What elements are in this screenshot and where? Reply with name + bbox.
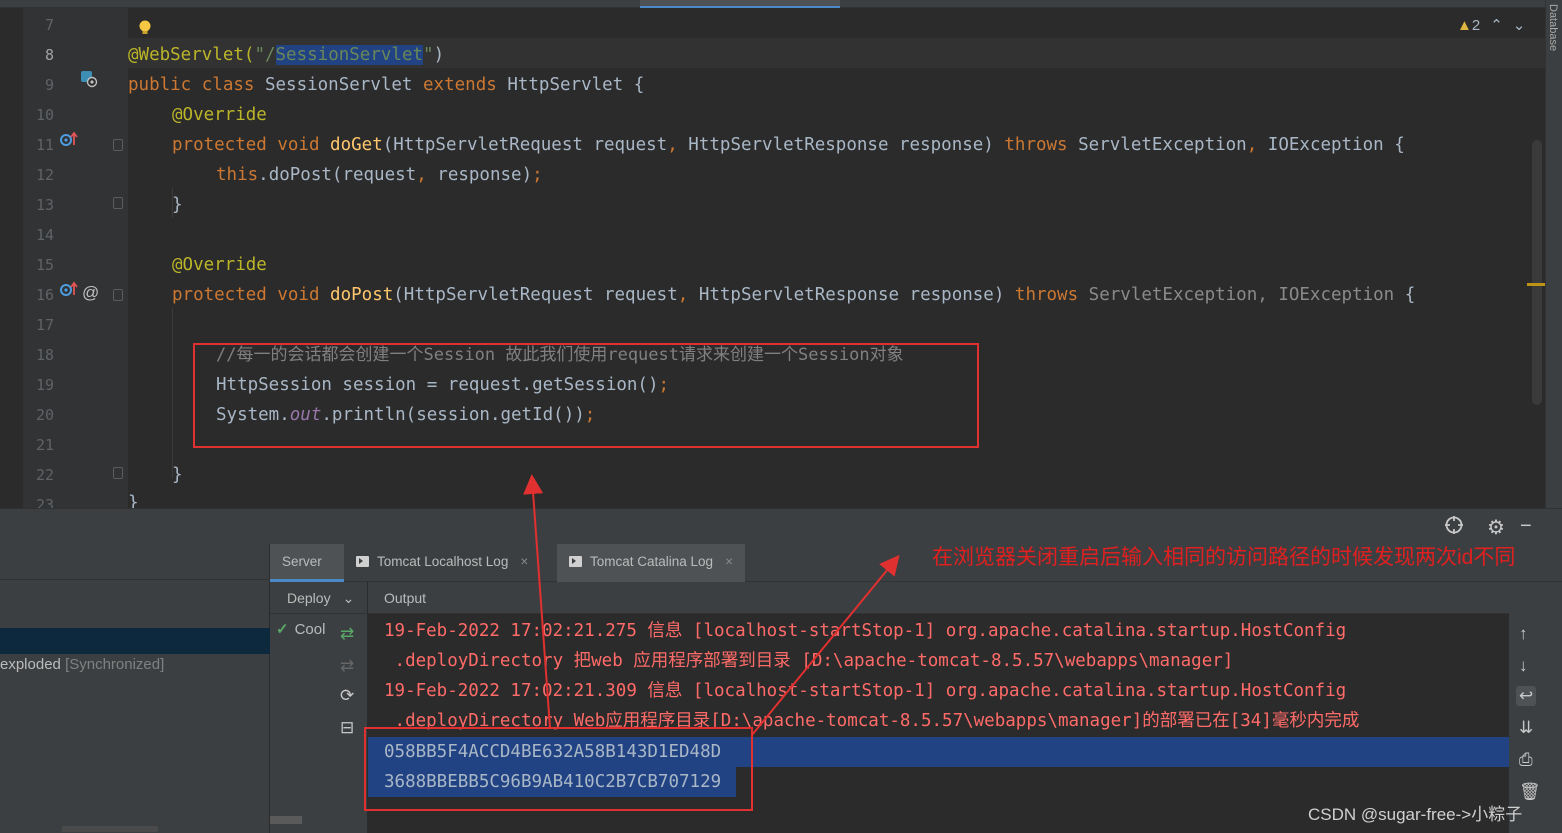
- warning-marker[interactable]: [1527, 283, 1545, 286]
- line-number: 9: [44, 76, 54, 94]
- fold-marker[interactable]: [113, 289, 123, 301]
- editor-scrollbar[interactable]: [1532, 140, 1542, 405]
- editor-gutter: [0, 8, 128, 508]
- warning-count: 2: [1471, 17, 1481, 34]
- close-icon[interactable]: ×: [725, 554, 733, 569]
- line-number: 23: [35, 496, 54, 508]
- inspection-widget[interactable]: ▲2 ⌃ ⌄: [1457, 16, 1525, 34]
- code-line[interactable]: public class SessionServlet extends Http…: [128, 70, 644, 100]
- line-number: 20: [35, 406, 54, 424]
- target-icon[interactable]: [1444, 515, 1464, 541]
- services-toolbar: [0, 544, 270, 580]
- tree-hscroll[interactable]: [62, 826, 158, 832]
- fold-marker[interactable]: [113, 139, 123, 151]
- soft-wrap-icon[interactable]: ↩: [1516, 686, 1537, 706]
- print-icon[interactable]: ⎙: [1519, 750, 1533, 770]
- arrow-up-icon[interactable]: ↑: [1519, 624, 1528, 644]
- output-header: Output: [368, 582, 1509, 614]
- annotation-note: 在浏览器关闭重启后输入相同的访问路径的时候发现两次id不同: [932, 546, 1516, 569]
- fold-marker[interactable]: [113, 197, 123, 209]
- tab-tomcat-localhost-log[interactable]: Tomcat Localhost Log ×: [344, 544, 540, 582]
- undeploy-icon: ⇄: [340, 656, 355, 675]
- trash-icon[interactable]: 🗑: [1519, 782, 1541, 802]
- console-icon: [569, 556, 582, 567]
- gear-icon[interactable]: ⚙: [1487, 515, 1505, 540]
- output-toolbar: ↑ ↓ ↩ ⇊ ⎙ 🗑: [1509, 582, 1562, 833]
- line-number: 13: [35, 196, 54, 214]
- deploy-header[interactable]: Deploy ⌄: [270, 582, 368, 614]
- right-tool-strip: Database: [1545, 0, 1562, 508]
- fold-marker[interactable]: [113, 467, 123, 479]
- minimize-icon[interactable]: −: [1520, 515, 1532, 538]
- override-method-icon[interactable]: [58, 278, 80, 308]
- log-line[interactable]: 19-Feb-2022 17:02:21.309 信息 [localhost-s…: [384, 676, 1346, 706]
- line-number: 12: [35, 166, 54, 184]
- code-line[interactable]: @WebServlet("/SessionServlet"): [128, 40, 444, 70]
- code-line[interactable]: protected void doGet(HttpServletRequest …: [172, 130, 1405, 160]
- lightbulb-icon[interactable]: [138, 19, 152, 42]
- database-tool-tab[interactable]: Database: [1547, 4, 1559, 51]
- watermark: CSDN @sugar-free->小粽子: [1308, 805, 1523, 824]
- line-number: 17: [35, 316, 54, 334]
- check-icon: ✓: [276, 621, 289, 638]
- line-number: 15: [35, 256, 54, 274]
- active-editor-tab[interactable]: [640, 0, 840, 8]
- services-panel-header: ⚙ −: [0, 508, 1562, 544]
- tab-server[interactable]: Server: [270, 544, 344, 582]
- services-tree: exploded [Synchronized]: [0, 544, 270, 833]
- line-number: 22: [35, 466, 54, 484]
- deploy-hscroll[interactable]: [270, 816, 302, 824]
- line-number: 8: [44, 46, 54, 64]
- line-number: 7: [44, 16, 54, 34]
- chevron-down-icon[interactable]: ⌄: [1513, 17, 1526, 34]
- scroll-to-end-icon[interactable]: ⇊: [1519, 718, 1533, 738]
- id-highlight-box: [364, 727, 753, 811]
- code-line[interactable]: }: [128, 488, 139, 508]
- deploy-icon[interactable]: ⇄: [340, 624, 354, 644]
- line-number: 11: [35, 136, 54, 154]
- deploy-column: Deploy ⌄ ✓ Cool ⇄ ⇄ ⟳ ⊟: [270, 582, 368, 833]
- at-annotation-icon[interactable]: @: [82, 278, 99, 308]
- arrow-down-icon[interactable]: ↓: [1519, 656, 1528, 676]
- refresh-icon[interactable]: ⟳: [340, 686, 354, 706]
- code-line[interactable]: }: [172, 190, 183, 220]
- code-line[interactable]: this.doPost(request, response);: [216, 160, 543, 190]
- warning-icon: ▲: [1457, 17, 1472, 34]
- tab-tomcat-catalina-log[interactable]: Tomcat Catalina Log ×: [557, 544, 745, 582]
- log-line[interactable]: .deployDirectory 把web 应用程序部署到目录 [D:\apac…: [384, 646, 1234, 676]
- chevron-down-icon[interactable]: ⌄: [343, 590, 355, 606]
- chevron-up-icon[interactable]: ⌃: [1490, 17, 1503, 34]
- line-number: 18: [35, 346, 54, 364]
- update-icon[interactable]: ⊟: [340, 718, 354, 738]
- override-method-icon[interactable]: [58, 128, 80, 158]
- line-number: 21: [35, 436, 54, 454]
- close-icon[interactable]: ×: [520, 554, 528, 569]
- console-icon: [356, 556, 369, 567]
- line-number: 14: [35, 226, 54, 244]
- editor-tab-strip: [0, 0, 1545, 8]
- selected-tree-row[interactable]: [0, 628, 270, 654]
- code-line[interactable]: }: [172, 460, 183, 490]
- code-highlight-box: [193, 343, 979, 448]
- artifact-row[interactable]: exploded [Synchronized]: [0, 652, 164, 678]
- servlet-class-icon[interactable]: [80, 68, 98, 98]
- code-line[interactable]: @Override: [172, 100, 267, 130]
- line-number: 19: [35, 376, 54, 394]
- log-line[interactable]: 19-Feb-2022 17:02:21.275 信息 [localhost-s…: [384, 616, 1346, 646]
- code-line[interactable]: @Override: [172, 250, 267, 280]
- line-number: 16: [35, 286, 54, 304]
- deploy-item[interactable]: ✓ Cool: [276, 620, 325, 638]
- code-line[interactable]: protected void doPost(HttpServletRequest…: [172, 280, 1415, 310]
- line-number: 10: [35, 106, 54, 124]
- left-tool-strip: [0, 8, 24, 508]
